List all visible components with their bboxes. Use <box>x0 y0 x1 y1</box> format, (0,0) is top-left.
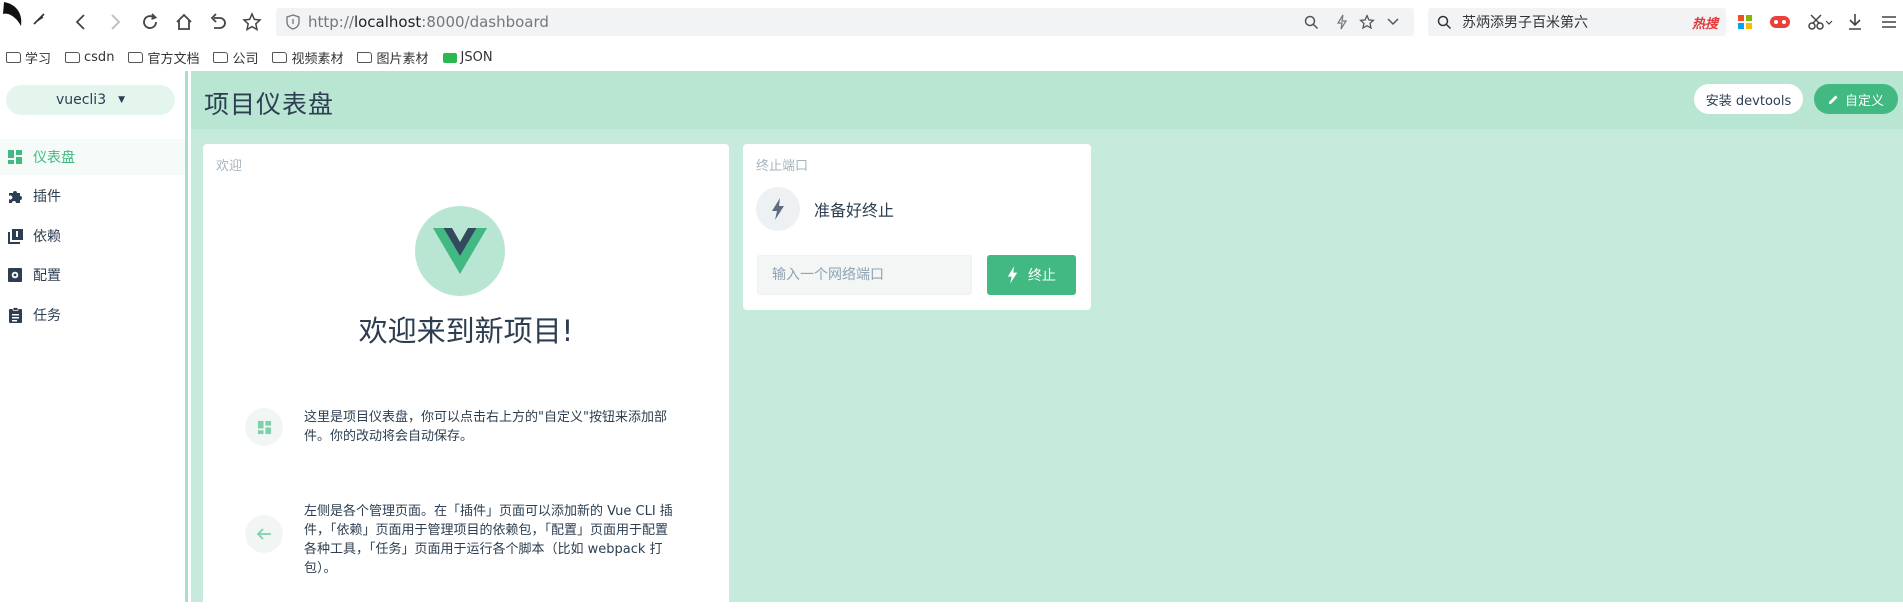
bookmark-label: 学习 <box>25 52 52 67</box>
lightning-icon[interactable] <box>1331 12 1353 32</box>
sidebar-item-label: 仪表盘 <box>33 150 75 166</box>
folder-icon <box>65 52 81 63</box>
hot-search-badge[interactable]: 热搜 <box>1692 13 1718 32</box>
welcome-heading: 欢迎来到新项目! <box>358 314 574 348</box>
lightning-icon <box>1007 266 1018 284</box>
browser-toolbar: http://localhost:8000/dashboard 苏炳添男子百米第… <box>0 0 1903 44</box>
tip-text: 左侧是各个管理页面。在「插件」页面可以添加新的 Vue CLI 插件，「依赖」页… <box>304 504 673 576</box>
port-input[interactable] <box>757 255 972 295</box>
widget-title: 欢迎 <box>216 159 243 174</box>
extension-feather-icon[interactable] <box>30 10 48 28</box>
json-icon <box>442 52 457 63</box>
refresh-icon[interactable] <box>138 10 162 34</box>
widget-title: 终止端口 <box>756 159 809 174</box>
bookmark-label: 视频素材 <box>291 52 344 67</box>
apps-grid-icon[interactable] <box>1735 12 1755 32</box>
folder-icon <box>272 52 288 63</box>
sidebar-item-label: 配置 <box>33 268 61 284</box>
zoom-search-icon[interactable] <box>1300 12 1322 32</box>
kill-button[interactable]: 终止 <box>987 255 1076 295</box>
assignment-icon <box>6 306 24 324</box>
kill-status-text: 准备好终止 <box>814 201 895 220</box>
page-header: 项目仪表盘 安装 devtools 自定义 <box>191 71 1903 129</box>
bookmarks-bar: 学习 csdn 官方文档 公司 视频素材 图片素材 JSON <box>0 44 1903 71</box>
customize-label: 自定义 <box>1844 93 1884 109</box>
home-icon[interactable] <box>172 10 196 34</box>
project-name: vuecli3 <box>55 92 107 108</box>
sidebar-item-label: 插件 <box>33 189 61 205</box>
screenshot-scissors-icon[interactable] <box>1805 11 1835 33</box>
install-devtools-button[interactable]: 安装 devtools <box>1694 84 1803 114</box>
bookmark-item[interactable]: 图片素材 <box>357 48 429 67</box>
back-icon[interactable] <box>70 10 92 34</box>
page-title: 项目仪表盘 <box>204 90 335 119</box>
url-path: :8000/dashboard <box>421 13 549 31</box>
sidebar: vuecli3 ▼ 仪表盘 插件 依赖 配置 任务 <box>0 71 188 602</box>
address-bar[interactable]: http://localhost:8000/dashboard <box>276 8 1414 36</box>
dashboard-icon <box>245 408 283 446</box>
folder-icon <box>357 52 373 63</box>
customize-button[interactable]: 自定义 <box>1814 84 1898 114</box>
bookmark-item[interactable]: 视频素材 <box>272 48 343 67</box>
dashboard-icon <box>6 148 24 166</box>
puzzle-icon <box>6 187 24 205</box>
folder-icon <box>6 52 21 63</box>
bookmark-item[interactable]: 官方文档 <box>128 48 199 67</box>
bookmark-item[interactable]: JSON <box>442 50 493 65</box>
kill-port-widget: 终止端口 准备好终止 终止 <box>743 144 1091 310</box>
bookmark-item[interactable]: 公司 <box>213 48 258 67</box>
library-icon <box>6 227 24 245</box>
vue-logo <box>415 206 505 296</box>
url-protocol: http:// <box>308 13 354 31</box>
search-icon <box>1437 15 1452 30</box>
bookmark-label: 图片素材 <box>376 52 429 67</box>
main-content: 项目仪表盘 安装 devtools 自定义 欢迎 欢迎来到新项目! 这里是项目仪… <box>191 71 1903 614</box>
sidebar-item-plugins[interactable]: 插件 <box>0 178 185 214</box>
project-select[interactable]: vuecli3 ▼ <box>6 85 175 115</box>
caret-down-icon: ▼ <box>118 95 126 105</box>
vue-ui-app: vuecli3 ▼ 仪表盘 插件 依赖 配置 任务 项目仪表盘 安装 devto… <box>0 71 1903 614</box>
bookmark-label: 官方文档 <box>147 52 200 67</box>
edit-pencil-icon <box>1828 94 1839 105</box>
star-bookmark-icon[interactable] <box>240 10 264 34</box>
bookmark-item[interactable]: 学习 <box>6 48 51 67</box>
sidebar-item-label: 依赖 <box>33 229 61 245</box>
kill-status: 准备好终止 <box>756 187 894 231</box>
bookmark-label: JSON <box>460 50 493 65</box>
sidebar-item-label: 任务 <box>33 308 61 324</box>
bookmark-item[interactable]: csdn <box>65 50 114 65</box>
lightning-icon <box>756 187 800 231</box>
browser-logo-icon <box>0 0 28 28</box>
tip-navigation: 左侧是各个管理页面。在「插件」页面可以添加新的 Vue CLI 插件，「依赖」页… <box>245 502 705 578</box>
search-box[interactable]: 苏炳添男子百米第六 热搜 <box>1428 8 1726 36</box>
favorite-star-icon[interactable] <box>1356 12 1378 32</box>
url-host: localhost <box>353 13 422 31</box>
undo-icon[interactable] <box>206 10 230 34</box>
sidebar-item-dashboard[interactable]: 仪表盘 <box>0 139 185 175</box>
bookmark-label: csdn <box>84 50 115 65</box>
search-text: 苏炳添男子百米第六 <box>1462 15 1588 31</box>
game-controller-icon[interactable] <box>1768 11 1792 33</box>
kill-button-label: 终止 <box>1028 268 1056 284</box>
menu-icon[interactable] <box>1878 10 1900 34</box>
tip-text: 这里是项目仪表盘，你可以点击右上方的"自定义"按钮来添加部件。你的改动将会自动保… <box>304 410 667 444</box>
sidebar-item-configuration[interactable]: 配置 <box>0 257 185 293</box>
address-dropdown-icon[interactable] <box>1382 12 1404 32</box>
sidebar-item-dependencies[interactable]: 依赖 <box>0 218 185 254</box>
forward-icon[interactable] <box>104 10 126 34</box>
folder-icon <box>128 52 144 63</box>
site-info-icon[interactable] <box>286 14 300 30</box>
sidebar-item-tasks[interactable]: 任务 <box>0 297 185 333</box>
download-icon[interactable] <box>1844 10 1866 34</box>
bookmark-label: 公司 <box>232 52 259 67</box>
settings-icon <box>6 266 24 284</box>
welcome-widget: 欢迎 欢迎来到新项目! 这里是项目仪表盘，你可以点击右上方的"自定义"按钮来添加… <box>203 144 729 614</box>
tip-customize: 这里是项目仪表盘，你可以点击右上方的"自定义"按钮来添加部件。你的改动将会自动保… <box>245 408 705 446</box>
folder-icon <box>213 52 229 63</box>
arrow-left-icon <box>245 515 283 553</box>
